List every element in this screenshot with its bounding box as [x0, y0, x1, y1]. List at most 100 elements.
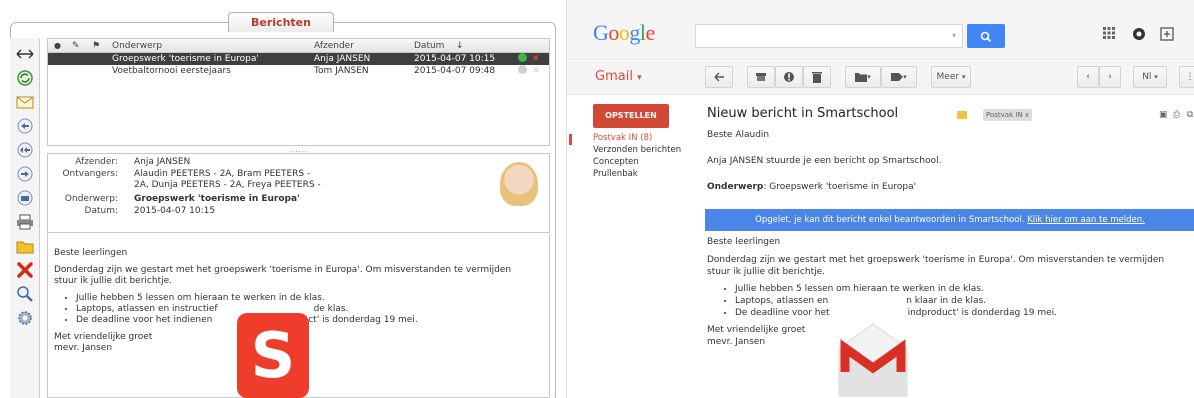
message-subject: Groepswerk 'toerisme in Europa'	[112, 54, 259, 64]
sidebar-item-inbox[interactable]: Postvak IN (8)	[593, 133, 652, 143]
message-greeting: Beste Alaudin	[707, 130, 770, 140]
prev-message-button[interactable]: ‹	[1077, 66, 1099, 88]
compose-button[interactable]: OPSTELLEN	[593, 104, 669, 128]
list-item: Jullie hebben 5 lessen om hieraan te wer…	[76, 293, 543, 304]
column-sender[interactable]: Afzender	[314, 41, 354, 51]
message-sender: Anja JANSEN	[314, 54, 371, 64]
body-intro-line2: stuur ik jullie dit berichtje.	[707, 267, 825, 277]
message-subject: Voetbaltornooi eerstejaars	[112, 66, 231, 76]
list-item: Laptops, atlassen en instructiefde klas.	[76, 304, 543, 315]
body-greeting: Beste leerlingen	[707, 237, 781, 247]
message-header-pane: Afzender: Anja JANSEN Ontvangers: Alaudi…	[47, 153, 550, 233]
chevron-right-icon: ›	[1108, 72, 1112, 82]
label-icon	[891, 72, 904, 81]
new-window-icon[interactable]: ⧉	[1187, 109, 1193, 121]
delete-message-icon[interactable]: ✕	[532, 53, 540, 65]
print-icon[interactable]: ⎙	[1173, 109, 1180, 121]
trash-icon	[812, 71, 822, 83]
archive-icon[interactable]	[15, 188, 35, 208]
attachment-column-icon[interactable]: ✎	[72, 41, 80, 51]
new-message-icon[interactable]	[15, 92, 35, 112]
column-date[interactable]: Datum	[414, 41, 444, 51]
gmail-menu[interactable]: Gmail ▾	[595, 69, 642, 84]
to-label: Ontvangers:	[62, 169, 118, 179]
message-body: Beste leerlingen Donderdag zijn we gesta…	[707, 236, 1194, 348]
subject-value: Groepswerk 'toerisme in Europa'	[134, 194, 300, 204]
delete-message-icon[interactable]: ✕	[532, 65, 540, 77]
share-plus-icon[interactable]	[1159, 27, 1175, 43]
date-value: 2015-04-07 10:15	[134, 206, 216, 216]
message-row[interactable]: Voetbaltornooi eerstejaars Tom JANSEN 20…	[48, 65, 549, 77]
gmail-message-view: Nieuw bericht in Smartschool Postvak IN …	[705, 96, 1194, 398]
google-logo[interactable]: Google	[593, 20, 655, 46]
delete-icon[interactable]	[15, 260, 35, 280]
important-marker-icon[interactable]	[957, 111, 967, 119]
expand-arrows-icon[interactable]	[15, 44, 35, 64]
language-select[interactable]: Nl ▾	[1133, 66, 1167, 88]
sender-avatar	[500, 162, 538, 206]
reply-all-icon[interactable]	[15, 140, 35, 160]
smartschool-window: Berichten ● ✎ ⚑ Onderwerp Afzender Datum…	[0, 0, 562, 398]
subject-line: Onderwerp: Groepswerk 'toerisme in Europ…	[707, 182, 917, 192]
notify-line: Anja JANSEN stuurde je een bericht op Sm…	[707, 156, 942, 166]
message-sender: Tom JANSEN	[314, 66, 369, 76]
left-toolbar	[10, 38, 40, 398]
gmail-logo	[833, 318, 913, 398]
back-arrow-icon	[714, 72, 724, 81]
back-button[interactable]	[705, 66, 733, 88]
search-icon	[980, 31, 992, 42]
inbox-label-chip[interactable]: Postvak IN x	[983, 109, 1033, 121]
archive-button[interactable]	[747, 66, 775, 88]
report-spam-button[interactable]	[775, 66, 803, 88]
read-status-icon[interactable]	[518, 53, 527, 62]
message-subject: Nieuw bericht in Smartschool	[707, 106, 899, 121]
folder-icon[interactable]	[15, 236, 35, 256]
login-link[interactable]: Klik hier om aan te melden.	[1027, 215, 1145, 225]
read-status-column-icon[interactable]: ●	[54, 41, 61, 50]
body-bullet-list: Jullie hebben 5 lessen om hieraan te wer…	[735, 283, 1194, 319]
body-greeting: Beste leerlingen	[54, 248, 128, 258]
print-all-icon[interactable]: ▣	[1159, 109, 1168, 121]
list-item: Laptops, atlassen enn klaar in de klas.	[735, 295, 1194, 307]
to-value-line1: Alaudin PEETERS - 2A, Bram PEETERS -	[134, 169, 311, 179]
message-row-selected[interactable]: Groepswerk 'toerisme in Europa' Anja JAN…	[48, 53, 549, 65]
print-icon[interactable]	[15, 212, 35, 232]
search-icon[interactable]	[15, 284, 35, 304]
account-circle-icon[interactable]	[1131, 27, 1147, 43]
flag-column-icon[interactable]: ⚑	[92, 41, 100, 51]
message-date: 2015-04-07 09:48	[414, 66, 496, 76]
body-intro-line1: Donderdag zijn we gestart met het groeps…	[54, 265, 512, 275]
list-item: Jullie hebben 5 lessen om hieraan te wer…	[735, 283, 1194, 295]
body-bullet-list: Jullie hebben 5 lessen om hieraan te wer…	[76, 293, 543, 326]
refresh-icon[interactable]	[15, 68, 35, 88]
chevron-left-icon: ‹	[1086, 72, 1090, 82]
settings-icon[interactable]	[15, 308, 35, 328]
labels-button[interactable]: ▾	[881, 66, 917, 88]
move-to-button[interactable]: ▾	[845, 66, 881, 88]
reply-icon[interactable]	[15, 116, 35, 136]
next-message-button[interactable]: ›	[1099, 66, 1121, 88]
window-title-tab: Berichten	[228, 12, 334, 32]
gmail-action-bar: Gmail ▾ ▾ ▾ Meer ▾ ‹ › Nl ▾ ⋮	[567, 61, 1194, 95]
sidebar-item-drafts[interactable]: Concepten	[593, 157, 639, 167]
search-options-arrow-icon[interactable]: ▾	[952, 31, 956, 40]
read-status-icon[interactable]	[518, 65, 527, 74]
sidebar-item-sent[interactable]: Verzonden berichten	[593, 145, 681, 155]
folder-icon	[855, 72, 868, 82]
search-input[interactable]: ▾	[695, 24, 963, 48]
message-date: 2015-04-07 10:15	[414, 54, 496, 64]
body-intro-line2: stuur ik jullie dit berichtje.	[54, 276, 172, 286]
more-button[interactable]: Meer ▾	[931, 66, 971, 88]
from-value: Anja JANSEN	[134, 157, 191, 167]
delete-button[interactable]	[803, 66, 831, 88]
column-subject[interactable]: Onderwerp	[112, 41, 162, 51]
apps-grid-icon[interactable]	[1101, 27, 1117, 43]
message-list-header: ● ✎ ⚑ Onderwerp Afzender Datum ↓	[48, 39, 549, 53]
forward-icon[interactable]	[15, 164, 35, 184]
settings-button[interactable]: ⋮	[1179, 66, 1194, 88]
search-button[interactable]	[967, 24, 1005, 48]
date-label: Datum:	[84, 206, 118, 216]
sidebar-item-trash[interactable]: Prullenbak	[593, 169, 638, 179]
list-item: De deadline voor het indienenct' is dond…	[76, 315, 543, 326]
sort-indicator-icon: ↓	[456, 41, 464, 51]
